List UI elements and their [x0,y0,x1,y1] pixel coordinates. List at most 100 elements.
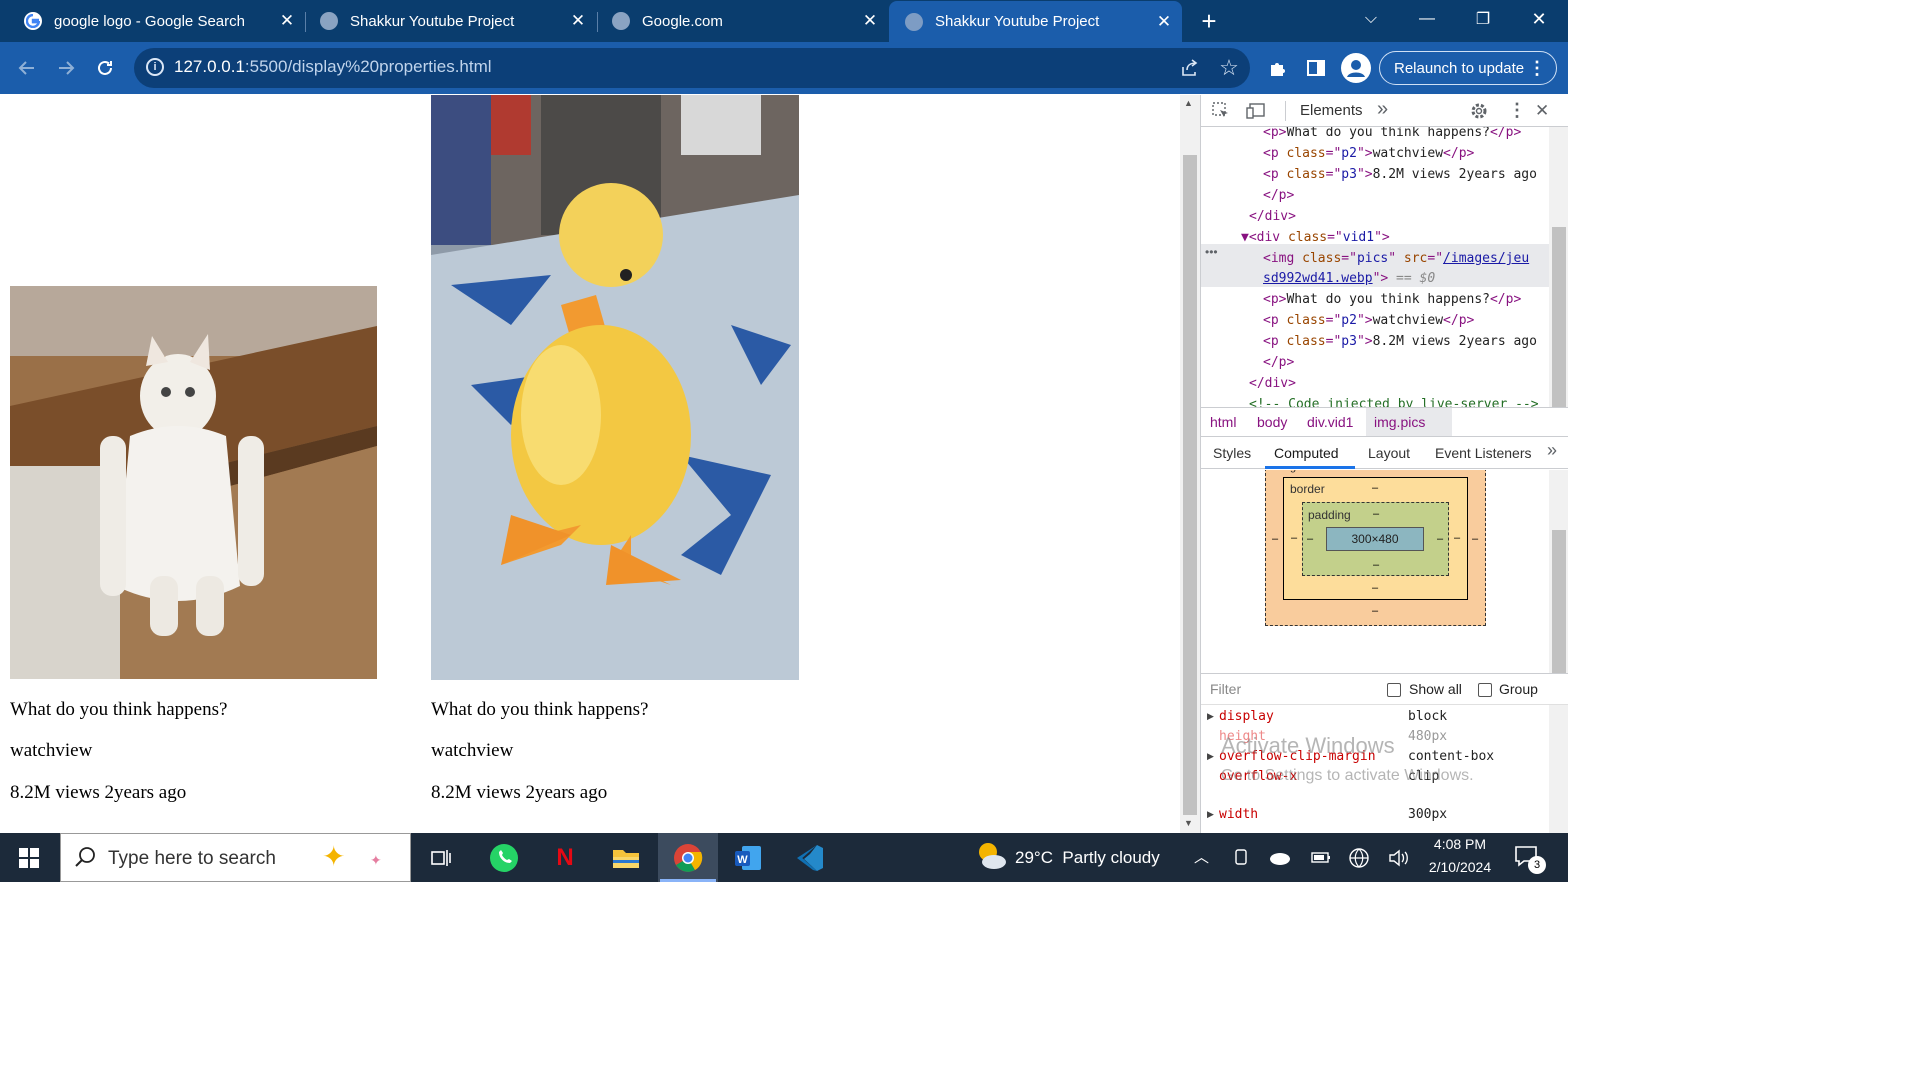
weather-partly-cloudy-icon[interactable] [974,840,1008,877]
subtab-styles[interactable]: Styles [1213,445,1251,461]
show-hidden-icons-chevron-icon[interactable]: ︿ [1194,846,1209,867]
start-button[interactable] [0,833,58,882]
url-path: :5500/display%20properties.html [244,57,492,76]
dom-node-line[interactable]: <p class="p3">8.2M views 2years ago [1263,167,1537,182]
breadcrumb-body[interactable]: body [1257,414,1287,430]
computed-scroll-thumb[interactable] [1552,530,1566,673]
file-explorer-taskbar-button[interactable] [604,833,648,882]
video-title: What do you think happens? [431,699,649,720]
dom-node-line[interactable]: sd992wd41.webp"> == $0 [1263,271,1435,286]
padding-label: padding [1308,508,1351,522]
video-thumbnail-cat[interactable] [10,286,377,679]
tab-shakkur-project-active[interactable]: Shakkur Youtube Project ✕ [889,1,1182,42]
dom-node-line[interactable]: </div> [1249,209,1296,224]
expand-arrow-icon[interactable]: ▶ [1207,751,1214,762]
new-tab-button[interactable]: + [1192,4,1226,38]
dom-node-line[interactable]: <img class="pics" src="/images/jeu [1263,251,1529,266]
tab-google-com[interactable]: Google.com ✕ [598,0,888,42]
back-button[interactable] [7,42,47,94]
onedrive-cloud-icon[interactable] [1268,848,1292,871]
dom-token: " [1388,251,1404,266]
tab-close-icon[interactable]: ✕ [568,11,588,31]
dom-node-line[interactable]: <p>What do you think happens?</p> [1263,292,1521,307]
dom-scroll-thumb[interactable] [1552,227,1566,407]
dom-node-line[interactable]: <p class="p3">8.2M views 2years ago [1263,334,1537,349]
props-scrollbar[interactable] [1549,705,1568,833]
dom-token: class [1286,146,1326,161]
kebab-menu-icon[interactable]: ⋮ [1528,58,1546,79]
url-text[interactable]: 127.0.0.1:5500/display%20properties.html [174,57,492,77]
vscode-taskbar-button[interactable] [788,833,832,882]
person-icon [1347,60,1365,77]
devtools-close-icon[interactable]: ✕ [1535,101,1549,121]
dom-node-line[interactable]: <p class="p2">watchview</p> [1263,313,1474,328]
dom-node-line[interactable]: </p> [1263,188,1294,203]
battery-icon[interactable] [1310,848,1332,871]
share-icon[interactable] [1169,42,1209,94]
tab-search-button[interactable]: ⌵ [1343,0,1399,38]
subtab-computed[interactable]: Computed [1274,445,1339,461]
dom-node-line[interactable]: <p>What do you think happens?</p> [1263,127,1521,140]
relaunch-to-update-button[interactable]: Relaunch to update ⋮ [1379,51,1557,85]
subtab-event-listeners[interactable]: Event Listeners [1435,445,1532,461]
tab-google-search[interactable]: google logo - Google Search ✕ [0,0,305,42]
group-checkbox[interactable] [1478,683,1492,697]
more-subtabs-icon[interactable]: » [1547,440,1557,461]
dom-node-line[interactable]: </div> [1249,376,1296,391]
breadcrumb-div[interactable]: div.vid1 [1307,414,1353,430]
restore-button[interactable]: ❐ [1455,0,1511,38]
close-window-button[interactable]: ✕ [1511,0,1567,38]
dom-node-line[interactable]: </p> [1263,355,1294,370]
minimize-button[interactable]: — [1399,0,1455,38]
dom-node-line[interactable]: <p class="p2">watchview</p> [1263,146,1474,161]
video-thumbnail-duckling[interactable] [431,95,799,680]
profile-avatar[interactable] [1341,53,1371,83]
filter-input[interactable]: Filter [1210,681,1241,697]
expand-arrow-icon[interactable]: ▶ [1207,809,1214,820]
side-panel-icon[interactable] [1296,42,1336,94]
tab-close-icon[interactable]: ✕ [860,11,880,31]
extensions-icon[interactable] [1258,42,1298,94]
whatsapp-taskbar-button[interactable] [482,833,526,882]
reload-button[interactable] [85,42,125,94]
bookmark-star-icon[interactable]: ☆ [1209,42,1249,94]
dom-node-line[interactable]: ▼<div class="vid1"> [1241,230,1390,245]
box-model-diagram: margin – – – – border – – – – padding – … [1201,470,1568,673]
dom-token: "> [1356,334,1373,349]
tab-elements[interactable]: Elements [1300,102,1363,119]
more-panels-icon[interactable]: » [1377,98,1388,121]
site-info-icon[interactable]: i [146,58,164,76]
device-toolbar-icon[interactable] [1246,102,1266,125]
breadcrumb-img[interactable]: img.pics [1374,414,1425,430]
devtools-menu-icon[interactable]: ⋮ [1508,100,1526,121]
volume-speaker-icon[interactable] [1388,848,1410,873]
page-scroll-thumb[interactable] [1183,155,1197,815]
tab-close-icon[interactable]: ✕ [1154,12,1174,32]
expand-arrow-icon[interactable]: ▶ [1207,711,1214,722]
dom-tree[interactable]: ••• <p>What do you think happens?</p> <p … [1201,127,1568,407]
clock-date[interactable]: 2/10/2024 [1420,859,1500,875]
settings-gear-icon[interactable] [1470,102,1488,125]
inspect-element-icon[interactable] [1212,102,1230,125]
netflix-taskbar-button[interactable]: N [543,833,587,882]
word-taskbar-button[interactable]: W [726,833,770,882]
chrome-taskbar-icon-wrap[interactable] [666,833,710,882]
dom-node-line[interactable]: <!-- Code injected by live-server --> [1249,397,1539,407]
globe-icon [612,12,630,30]
scroll-down-arrow-icon[interactable]: ▼ [1184,818,1193,828]
subtab-layout[interactable]: Layout [1368,445,1410,461]
tab-title: google logo - Google Search [54,12,245,30]
breadcrumb-html[interactable]: html [1210,414,1236,430]
tab-shakkur-project-1[interactable]: Shakkur Youtube Project ✕ [306,0,596,42]
meet-now-icon[interactable] [1233,848,1251,871]
clock-time[interactable]: 4:08 PM [1420,836,1500,852]
node-actions-icon[interactable]: ••• [1205,245,1218,259]
dom-token: =" [1325,146,1342,161]
weather-text[interactable]: 29°C Partly cloudy [1015,848,1160,868]
show-all-checkbox[interactable] [1387,683,1401,697]
task-view-button[interactable] [420,833,462,882]
scroll-up-arrow-icon[interactable]: ▲ [1184,98,1193,108]
tab-close-icon[interactable]: ✕ [277,11,297,31]
network-globe-icon[interactable] [1348,847,1370,874]
forward-button[interactable] [46,42,86,94]
